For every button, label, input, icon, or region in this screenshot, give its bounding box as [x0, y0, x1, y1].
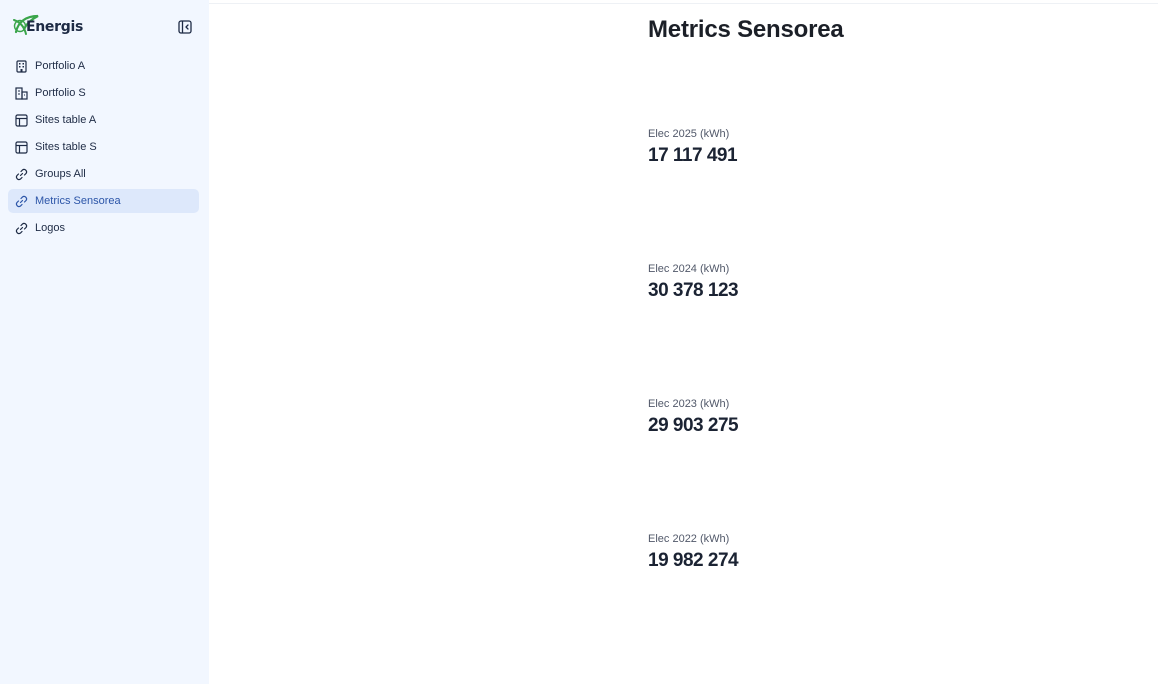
sidebar-nav: Portfolio A Portfolio S Sites table A Si…: [8, 54, 199, 243]
sidebar-item-label: Portfolio A: [35, 60, 86, 72]
buildings-icon: [14, 86, 28, 100]
sidebar: Energis Portfolio A Portfolio S Sites ta…: [0, 0, 209, 684]
metric-card-elec-2023: Elec 2023 (kWh) 29 903 275: [648, 398, 739, 437]
page-title: Metrics Sensorea: [648, 16, 844, 43]
sidebar-item-logos[interactable]: Logos: [8, 216, 199, 240]
sidebar-item-metrics-sensorea[interactable]: Metrics Sensorea: [8, 189, 199, 213]
sidebar-item-sites-table-s[interactable]: Sites table S: [8, 135, 199, 159]
sidebar-item-label: Groups All: [35, 168, 86, 180]
main-content: Metrics Sensorea Elec 2025 (kWh) 17 117 …: [648, 16, 1128, 571]
sidebar-item-label: Sites table S: [35, 141, 97, 153]
link-icon: [14, 221, 28, 235]
sidebar-item-sites-table-a[interactable]: Sites table A: [8, 108, 199, 132]
table-icon: [14, 140, 28, 154]
sidebar-item-label: Logos: [35, 222, 65, 234]
metric-value: 29 903 275: [648, 415, 739, 436]
sidebar-item-label: Metrics Sensorea: [35, 195, 121, 207]
metric-card-elec-2025: Elec 2025 (kWh) 17 117 491: [648, 128, 738, 167]
brand-logo[interactable]: Energis: [12, 12, 83, 40]
collapse-sidebar-icon: [178, 20, 192, 34]
metric-label: Elec 2025 (kWh): [648, 128, 730, 140]
metric-card-elec-2024: Elec 2024 (kWh) 30 378 123: [648, 263, 739, 302]
metric-card-elec-2022: Elec 2022 (kWh) 19 982 274: [648, 533, 739, 572]
sidebar-item-portfolio-a[interactable]: Portfolio A: [8, 54, 199, 78]
sidebar-item-label: Sites table A: [35, 114, 97, 126]
metric-value: 17 117 491: [648, 145, 738, 166]
table-icon: [14, 113, 28, 127]
sidebar-item-groups-all[interactable]: Groups All: [8, 162, 199, 186]
metric-label: Elec 2023 (kWh): [648, 398, 730, 410]
metric-label: Elec 2022 (kWh): [648, 533, 730, 545]
collapse-sidebar-button[interactable]: [176, 18, 194, 36]
link-icon: [14, 167, 28, 181]
sidebar-item-label: Portfolio S: [35, 87, 86, 99]
metric-value: 19 982 274: [648, 550, 739, 571]
header-divider: [209, 3, 1158, 4]
building-icon: [14, 59, 28, 73]
sidebar-item-portfolio-s[interactable]: Portfolio S: [8, 81, 199, 105]
metric-value: 30 378 123: [648, 280, 739, 301]
metric-label: Elec 2024 (kWh): [648, 263, 730, 275]
link-icon: [14, 194, 28, 208]
brand-name: Energis: [26, 19, 83, 35]
energis-logo: Energis: [12, 12, 83, 40]
